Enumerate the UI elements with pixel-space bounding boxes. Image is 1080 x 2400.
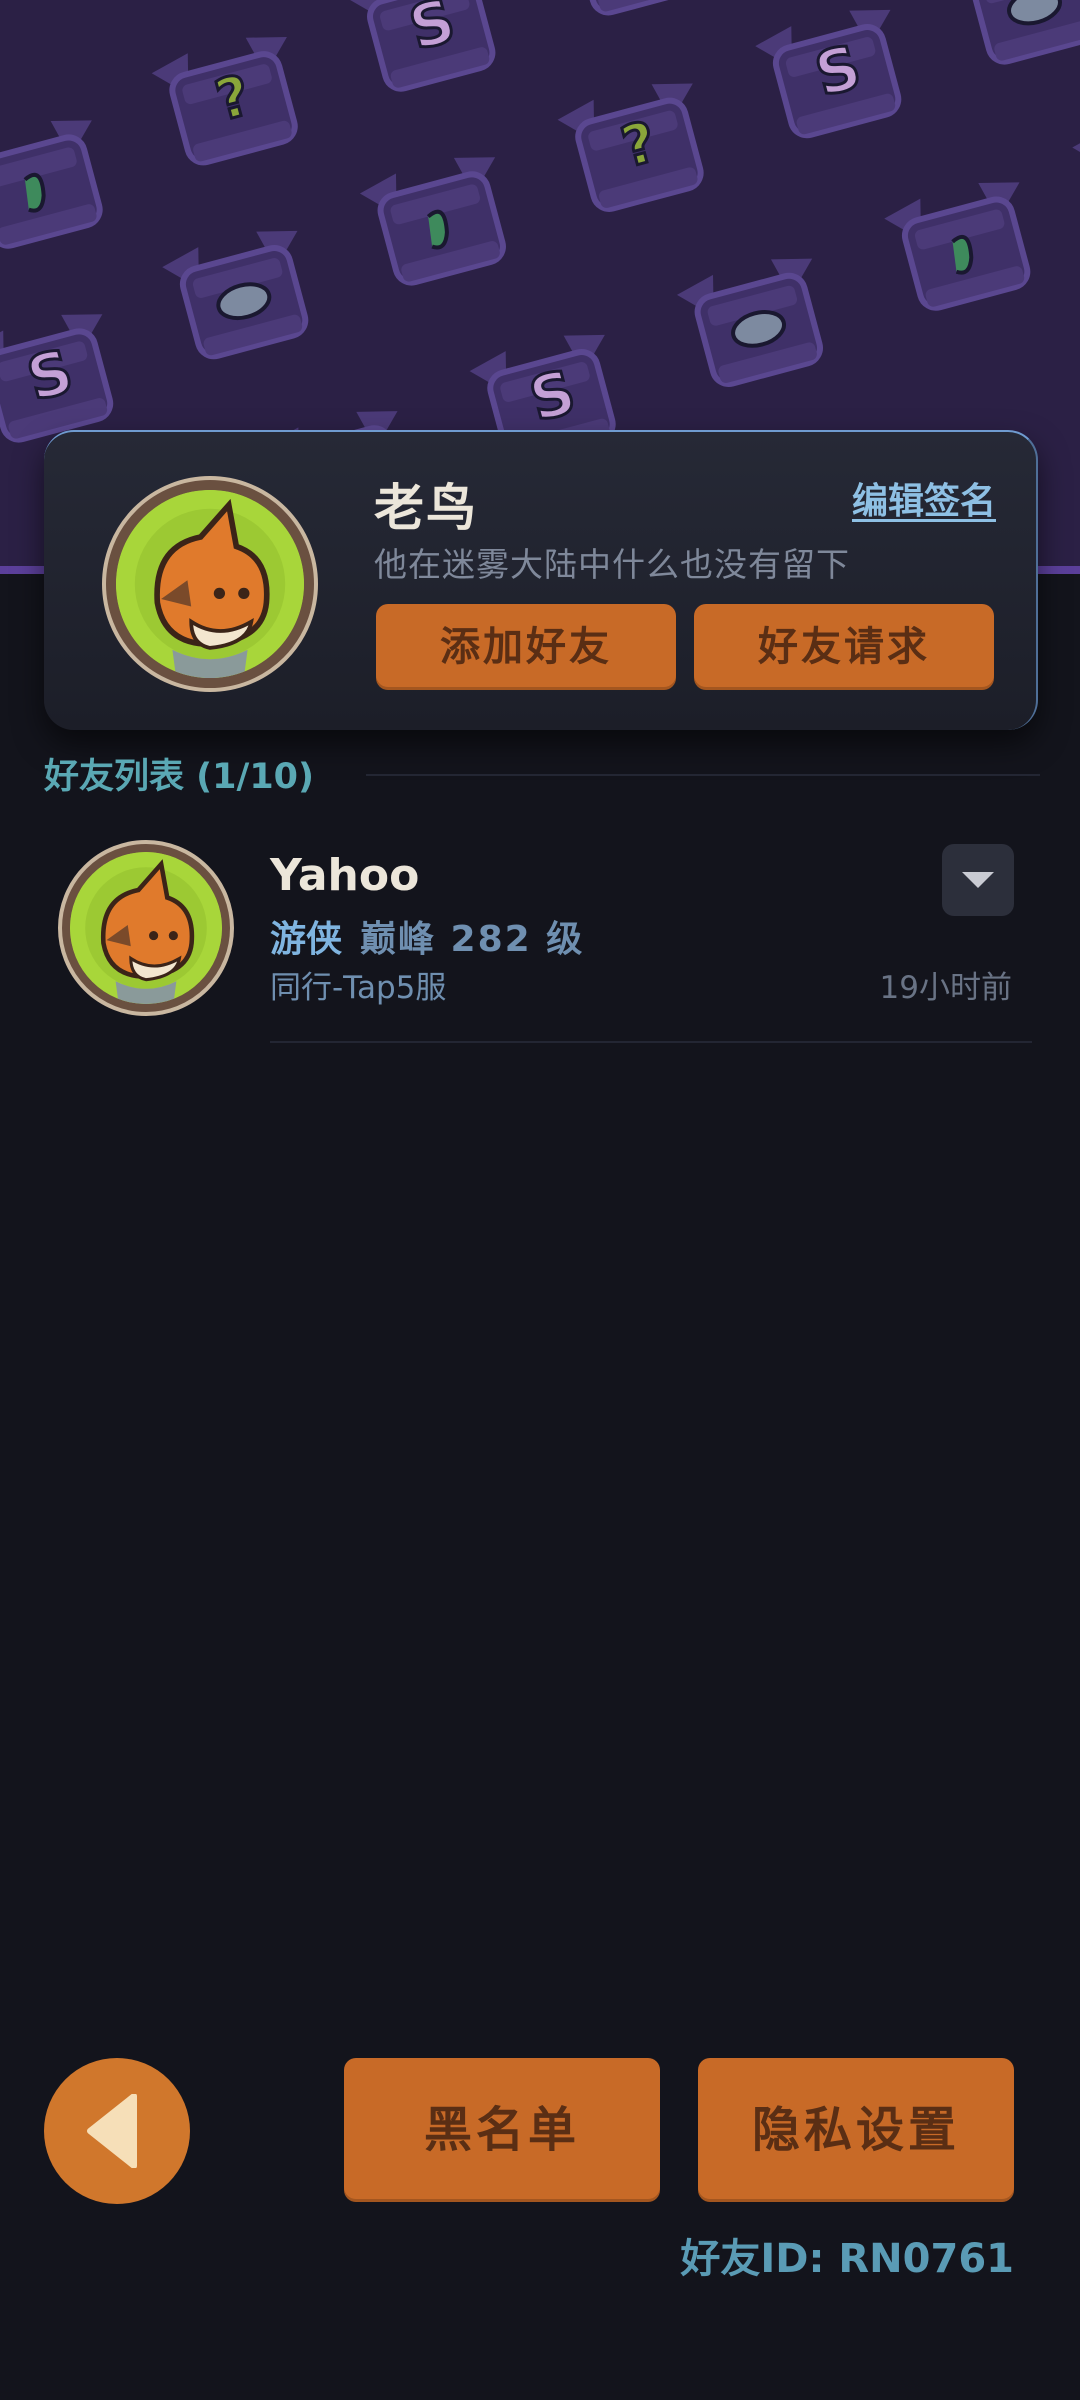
friend-list-divider [366, 774, 1040, 776]
player-avatar[interactable] [102, 476, 318, 692]
profile-card: 老鸟 编辑签名 他在迷雾大陆中什么也没有留下 添加好友 好友请求 [44, 430, 1038, 730]
friend-name: Yahoo [270, 850, 420, 901]
friend-id-label: 好友ID: RN0761 [680, 2236, 1014, 2282]
friend-list-title: 好友列表 (1/10) [44, 757, 315, 797]
friend-class: 游侠 [270, 919, 343, 960]
friend-list-item[interactable]: Yahoo 游侠 巅峰 282 级 同行-Tap5服 19小时前 [0, 830, 1080, 1044]
privacy-settings-button[interactable]: 隐私设置 [698, 2058, 1014, 2202]
add-friend-button[interactable]: 添加好友 [376, 604, 676, 690]
friend-requests-button[interactable]: 好友请求 [694, 604, 994, 690]
back-button[interactable] [44, 2058, 190, 2204]
friend-level: 巅峰 282 级 [360, 919, 585, 960]
friend-avatar[interactable] [58, 840, 234, 1016]
friends-screen: ? S S ? S ? S S [0, 0, 1080, 2400]
blacklist-button[interactable]: 黑名单 [344, 2058, 660, 2202]
player-signature: 他在迷雾大陆中什么也没有留下 [374, 545, 850, 584]
fox-avatar-icon [116, 490, 304, 678]
player-name: 老鸟 [374, 479, 478, 537]
back-arrow-icon [87, 2094, 137, 2168]
friend-server: 同行-Tap5服 [270, 970, 447, 1006]
edit-signature-link[interactable]: 编辑签名 [852, 472, 996, 524]
row-divider [270, 1041, 1032, 1043]
friend-last-seen: 19小时前 [879, 970, 1012, 1006]
chevron-down-icon [962, 872, 994, 888]
fox-avatar-icon [70, 852, 222, 1004]
friend-options-button[interactable] [942, 844, 1014, 916]
